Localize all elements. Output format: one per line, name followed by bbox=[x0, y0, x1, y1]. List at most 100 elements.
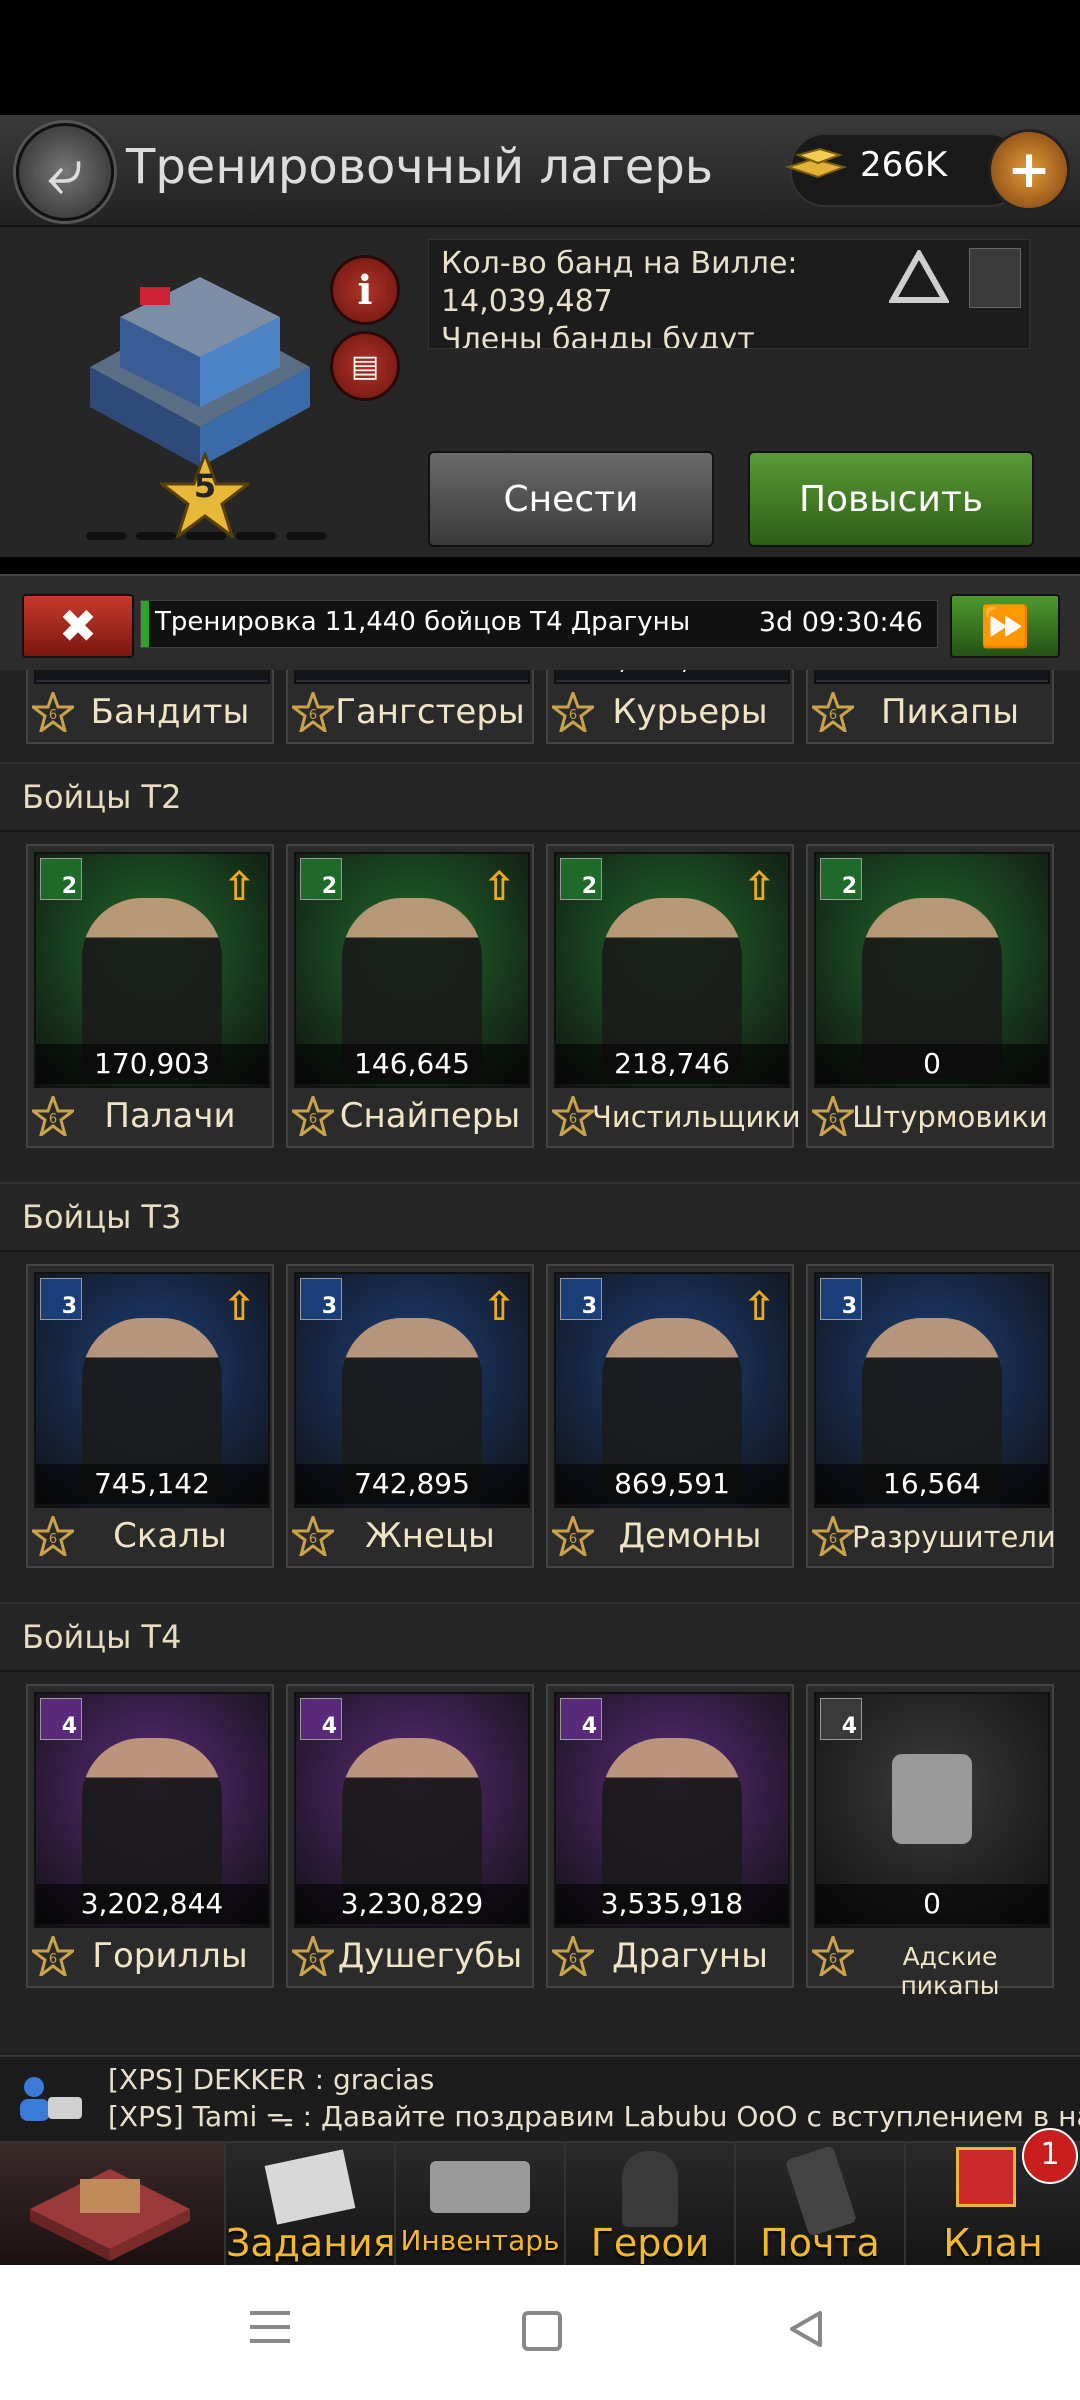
unit-count: 218,746 bbox=[556, 1044, 788, 1084]
page-dot bbox=[186, 532, 226, 540]
unit-portrait: 2 ⇧ 146,645 bbox=[294, 852, 530, 1088]
unit-portrait: 3 ⇧ 869,591 bbox=[554, 1272, 790, 1508]
svg-text:6: 6 bbox=[829, 1532, 837, 1547]
unit-card[interactable]: 0 6 Пикапы bbox=[806, 670, 1054, 744]
clan-notification-badge: 1 bbox=[1022, 2128, 1078, 2184]
star-level-icon: 6 bbox=[292, 1516, 334, 1556]
unit-card[interactable]: 4 3,535,918 6 Драгуны bbox=[546, 1684, 794, 1988]
unit-card[interactable]: 2 ⇧ 146,645 6 Снайперы bbox=[286, 844, 534, 1148]
svg-text:6: 6 bbox=[829, 1952, 837, 1967]
training-time: 3d 09:30:46 bbox=[758, 607, 923, 638]
unit-card[interactable]: 3 ⇧ 745,142 6 Скалы bbox=[26, 1264, 274, 1568]
unit-card[interactable]: 2 ⇧ 170,903 6 Палачи bbox=[26, 844, 274, 1148]
svg-text:6: 6 bbox=[569, 1112, 577, 1127]
unit-name: Пикапы bbox=[880, 692, 1020, 732]
unit-card[interactable]: 3 ⇧ 742,895 6 Жнецы bbox=[286, 1264, 534, 1568]
add-gold-button[interactable]: + bbox=[988, 129, 1070, 211]
stats-button[interactable]: ▤ bbox=[330, 331, 400, 401]
unit-name: Драгуны bbox=[611, 1936, 769, 1976]
unit-portrait: 20 bbox=[814, 852, 1050, 1088]
chat-preview[interactable]: [XPS] DEKKER : gracias [XPS] Tami ᯓ : Да… bbox=[0, 2055, 1080, 2143]
nav-heroes[interactable]: Герои bbox=[566, 2143, 736, 2267]
unit-count: 170,903 bbox=[36, 1044, 268, 1084]
unit-type-car-icon: 3 bbox=[820, 1278, 862, 1320]
upgrade-arrow-icon: ⇧ bbox=[742, 1284, 776, 1330]
troop-list[interactable]: 0 6 Бандиты 0 6 Гангстеры 1,159,410 6 Курьеры 0 6 П… bbox=[0, 670, 1080, 2055]
unit-card[interactable]: 1,159,410 6 Курьеры bbox=[546, 670, 794, 744]
unit-card[interactable]: 2 0 6 Штурмовики bbox=[806, 844, 1054, 1148]
gold-bars-icon bbox=[784, 147, 848, 179]
lock-icon bbox=[892, 1754, 972, 1844]
back-button[interactable]: ⤶ bbox=[16, 123, 114, 221]
section-header: Бойцы T2 bbox=[0, 762, 1080, 832]
cancel-training-button[interactable]: ✖ bbox=[22, 594, 134, 658]
page-dot bbox=[286, 532, 326, 540]
unit-card[interactable]: 3 ⇧ 869,591 6 Демоны bbox=[546, 1264, 794, 1568]
hero-avatar-icon[interactable] bbox=[969, 248, 1021, 308]
unit-card[interactable]: 4 3,230,829 6 Душегубы bbox=[286, 1684, 534, 1988]
unit-tier: 4 bbox=[841, 1714, 857, 1739]
info-button[interactable]: i bbox=[330, 255, 400, 325]
unit-count: 0 bbox=[816, 1884, 1048, 1924]
nav-mail[interactable]: Почта bbox=[736, 2143, 906, 2267]
recycle-icon[interactable] bbox=[889, 250, 949, 306]
unit-type-gun-icon: 3 bbox=[300, 1278, 342, 1320]
speed-up-button[interactable]: ⏩ bbox=[950, 594, 1060, 658]
unit-name-row: 6 Адские пикапы bbox=[808, 1928, 1052, 2000]
unit-count: 869,591 bbox=[556, 1464, 788, 1504]
unit-count: 742,895 bbox=[296, 1464, 528, 1504]
upgrade-arrow-icon: ⇧ bbox=[222, 864, 256, 910]
svg-text:6: 6 bbox=[49, 1532, 57, 1547]
unit-name-row: 6 Разрушители bbox=[808, 1508, 1056, 1564]
nav-tasks[interactable]: Задания bbox=[226, 2143, 396, 2267]
star-level-icon: 6 bbox=[812, 1516, 854, 1556]
section-title: Бойцы T2 bbox=[22, 778, 182, 816]
unit-card[interactable]: 0 6 Гангстеры bbox=[286, 670, 534, 744]
nav-home[interactable] bbox=[0, 2143, 226, 2267]
unit-portrait: 4 3,535,918 bbox=[554, 1692, 790, 1928]
unit-name: Душегубы bbox=[337, 1936, 523, 1976]
back-triangle-icon[interactable] bbox=[786, 2309, 826, 2349]
upgrade-button[interactable]: Повысить bbox=[748, 451, 1034, 547]
unit-tier: 2 bbox=[321, 874, 337, 899]
unit-tier: 2 bbox=[61, 874, 77, 899]
upgrade-arrow-icon: ⇧ bbox=[222, 1284, 256, 1330]
unit-card[interactable]: 4 0 6 Адские пикапы bbox=[806, 1684, 1054, 2000]
home-icon[interactable] bbox=[522, 2311, 562, 2351]
nav-inventory[interactable]: Инвентарь bbox=[396, 2143, 566, 2267]
page-dot bbox=[236, 532, 276, 540]
upgrade-arrow-icon: ⇧ bbox=[742, 864, 776, 910]
svg-text:6: 6 bbox=[569, 1952, 577, 1967]
unit-name-row: 6 Пикапы bbox=[808, 684, 1052, 740]
unit-count: 16,564 bbox=[816, 1464, 1048, 1504]
unit-card[interactable]: 2 ⇧ 218,746 6 Чистильщики bbox=[546, 844, 801, 1148]
unit-type-car-icon: 4 bbox=[820, 1698, 862, 1740]
star-level-icon: 6 bbox=[552, 1096, 594, 1136]
chat-people-icon bbox=[20, 2077, 82, 2121]
unit-portrait: 3 16,564 bbox=[814, 1272, 1050, 1508]
hero-icon bbox=[622, 2151, 678, 2227]
svg-text:6: 6 bbox=[569, 708, 577, 723]
chat-message: [XPS] DEKKER : gracias bbox=[108, 2063, 435, 2096]
unit-portrait: 1,159,410 bbox=[554, 670, 790, 684]
status-bar bbox=[0, 0, 1080, 115]
menu-icon[interactable] bbox=[250, 2309, 290, 2345]
unit-card[interactable]: 0 6 Бандиты bbox=[26, 670, 274, 744]
section-header: Бойцы T4 bbox=[0, 1602, 1080, 1672]
unit-card[interactable]: 4 3,202,844 6 Гориллы bbox=[26, 1684, 274, 1988]
demolish-button[interactable]: Снести bbox=[428, 451, 714, 547]
unit-type-bike-icon: 2 bbox=[560, 858, 602, 900]
info-line: Кол-во банд на Вилле: bbox=[441, 246, 798, 281]
unit-name-row: 6 Душегубы bbox=[288, 1928, 532, 1984]
mansion-icon bbox=[30, 2169, 190, 2261]
unit-card[interactable]: 3 16,564 6 Разрушители bbox=[806, 1264, 1056, 1568]
info-line: 14,039,487 bbox=[441, 284, 613, 319]
unit-type-knife-icon: 4 bbox=[40, 1698, 82, 1740]
svg-text:6: 6 bbox=[49, 1112, 57, 1127]
upgrade-arrow-icon: ⇧ bbox=[482, 864, 516, 910]
building-info-box: Кол-во банд на Вилле: 14,039,487 Члены б… bbox=[428, 239, 1030, 349]
unit-portrait: 4 3,202,844 bbox=[34, 1692, 270, 1928]
unit-portrait: 0 bbox=[34, 670, 270, 684]
unit-portrait: 3 ⇧ 745,142 bbox=[34, 1272, 270, 1508]
unit-count: 1,159,410 bbox=[556, 670, 788, 680]
